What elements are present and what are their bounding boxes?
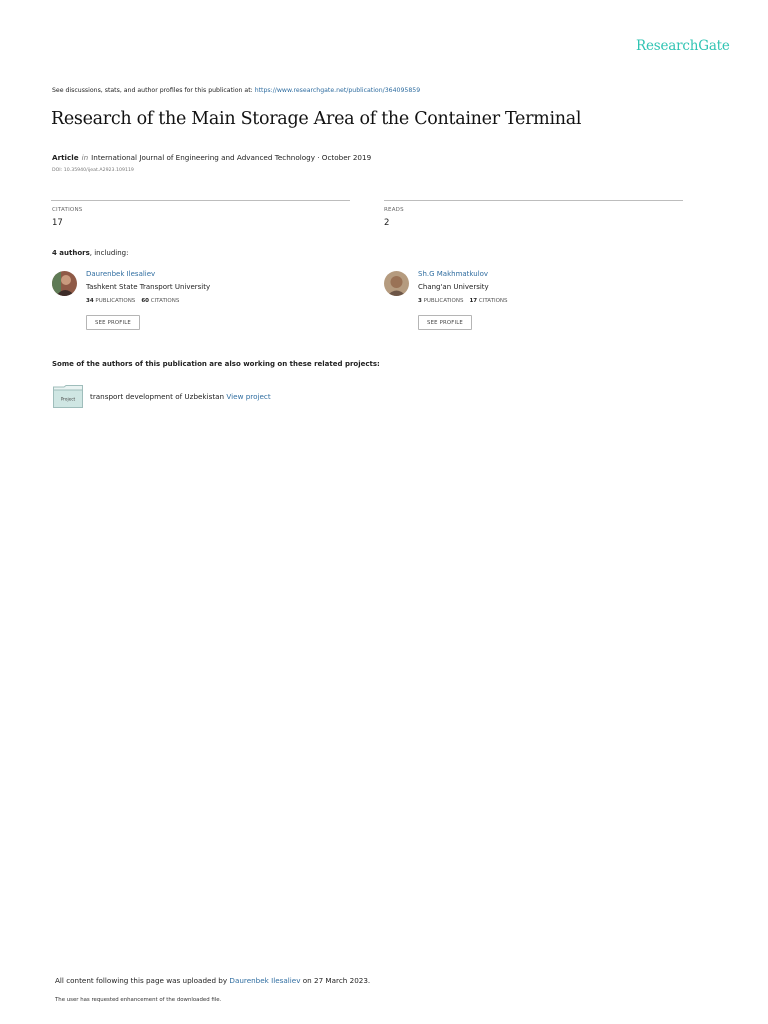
author-publications-count: 3	[418, 298, 422, 304]
view-project-link[interactable]: View project	[226, 392, 270, 401]
avatar-photo-icon	[384, 271, 409, 296]
project-title: transport development of Uzbekistan	[90, 392, 225, 401]
author-avatar[interactable]	[52, 271, 77, 296]
author-name-link[interactable]: Sh.G Makhmatkulov	[418, 270, 488, 278]
author-citations-label: CITATIONS	[150, 298, 180, 304]
publication-title: Research of the Main Storage Area of the…	[51, 109, 582, 129]
author-publications-count: 34	[86, 298, 94, 304]
in-word: in	[81, 153, 89, 162]
publication-type: Article	[52, 153, 79, 162]
author-institution: Tashkent State Transport University	[86, 283, 211, 291]
uploader-link[interactable]: Daurenbek Ilesaliev	[229, 976, 300, 985]
researchgate-logo[interactable]: ResearchGate	[636, 38, 730, 54]
upload-note: All content following this page was uplo…	[55, 976, 370, 985]
upload-note-suffix: on 27 March 2023.	[300, 976, 371, 985]
publication-meta: Article in International Journal of Engine…	[52, 153, 371, 162]
author-stats: 34 PUBLICATIONS 60 CITATIONS	[86, 298, 179, 304]
author-citations-count: 17	[469, 298, 478, 304]
author-citations-count: 60	[141, 298, 149, 304]
publication-url-link[interactable]: https://www.researchgate.net/publication…	[255, 87, 420, 94]
author-stats: 3 PUBLICATIONS 17 CITATIONS	[418, 298, 508, 304]
see-profile-button[interactable]: SEE PROFILE	[418, 315, 472, 330]
reads-count: 2	[384, 218, 390, 228]
reads-label: READS	[384, 207, 404, 213]
enhancement-note: The user has requested enhancement of th…	[55, 997, 222, 1003]
authors-heading-suffix: , including:	[89, 249, 129, 257]
author-institution: Chang'an University	[418, 283, 489, 291]
citations-divider	[51, 200, 350, 201]
author-name-link[interactable]: Daurenbek Ilesaliev	[86, 270, 155, 278]
avatar-photo-icon	[52, 271, 77, 296]
author-citations-label: CITATIONS	[478, 298, 508, 304]
project-item: transport development of Uzbekistan View…	[90, 392, 271, 401]
discussion-note-text: See discussions, stats, and author profi…	[52, 87, 255, 94]
author-publications-label: PUBLICATIONS	[95, 298, 136, 304]
author-avatar[interactable]	[384, 271, 409, 296]
citations-count: 17	[52, 218, 63, 228]
journal-name: International Journal of Engineering and…	[91, 153, 372, 162]
project-icon-label: Project	[61, 397, 76, 402]
project-folder-icon: Project	[53, 385, 83, 408]
related-projects-heading: Some of the authors of this publication …	[52, 360, 380, 368]
see-profile-button[interactable]: SEE PROFILE	[86, 315, 140, 330]
authors-heading: 4 authors, including:	[52, 249, 128, 257]
author-publications-label: PUBLICATIONS	[423, 298, 464, 304]
reads-divider	[384, 200, 683, 201]
discussion-note: See discussions, stats, and author profi…	[52, 87, 420, 94]
citations-label: CITATIONS	[52, 207, 83, 213]
doi-text: DOI: 10.35940/ijeat.A2923.109119	[52, 168, 134, 173]
authors-count: 4 authors	[52, 249, 90, 257]
upload-note-prefix: All content following this page was uplo…	[55, 976, 230, 985]
